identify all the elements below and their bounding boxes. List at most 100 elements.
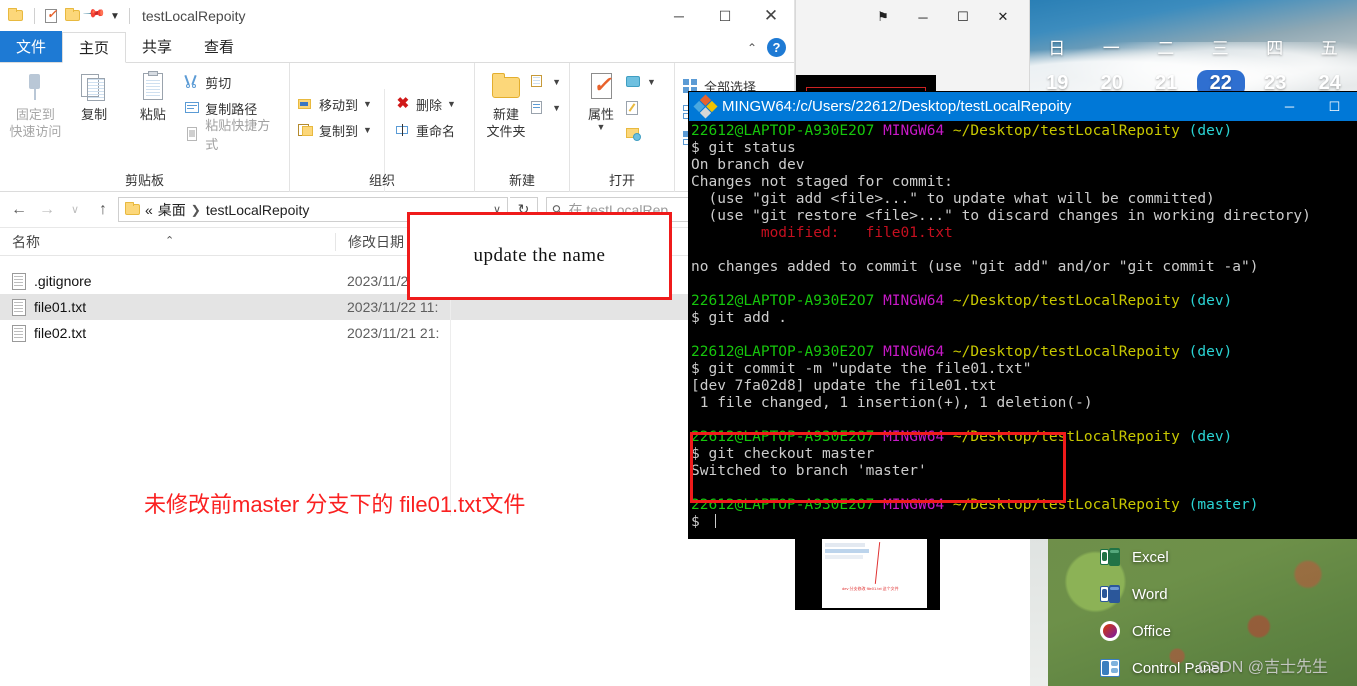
- terminal-title-bar[interactable]: MINGW64:/c/Users/22612/Desktop/testLocal…: [689, 92, 1357, 121]
- file-date: 2023/11/22 11:: [347, 299, 439, 315]
- help-icon[interactable]: ?: [767, 38, 786, 57]
- tab-share[interactable]: 共享: [126, 31, 189, 62]
- mingw64-terminal-window[interactable]: MINGW64:/c/Users/22612/Desktop/testLocal…: [689, 92, 1357, 538]
- terminal-line: 1 file changed, 1 insertion(+), 1 deleti…: [691, 395, 1093, 411]
- ribbon-tab-bar[interactable]: 文件 主页 共享 查看 ⌃ ?: [0, 31, 794, 63]
- terminal-line: Switched to branch 'master': [691, 463, 927, 479]
- breadcrumb-current[interactable]: testLocalRepoity: [206, 202, 310, 218]
- start-item-word[interactable]: Word: [1100, 584, 1168, 604]
- properties-icon: ✓: [591, 72, 612, 99]
- table-row[interactable]: .gitignore 2023/11/21 21:: [0, 268, 794, 294]
- minimize-button[interactable]: ─: [1267, 92, 1312, 121]
- chevron-down-icon[interactable]: ▼: [107, 6, 121, 26]
- file-list[interactable]: .gitignore 2023/11/21 21: file01.txt 202…: [0, 268, 794, 346]
- scissors-icon: [184, 74, 200, 90]
- file-name: .gitignore: [34, 273, 92, 289]
- pin-button[interactable]: ⚑: [863, 4, 903, 30]
- tab-file[interactable]: 文件: [0, 31, 63, 62]
- terminal-output[interactable]: 22612@LAPTOP-A930E2O7 MINGW64 ~/Desktop/…: [689, 121, 1357, 538]
- properties-icon[interactable]: [41, 6, 61, 26]
- new-folder-icon[interactable]: [63, 6, 83, 26]
- paste-label: 粘贴: [139, 107, 166, 122]
- delete-icon: ✖: [396, 95, 410, 112]
- file-explorer-window[interactable]: 📌 ▼ testLocalRepoity ─ ☐ ✕ 文件 主页 共享 查看 ⌃…: [0, 0, 795, 517]
- table-row[interactable]: file01.txt 2023/11/22 11:: [0, 294, 794, 320]
- chevron-down-icon[interactable]: ▼: [447, 99, 456, 109]
- file-date: 2023/11/21 21:: [347, 325, 440, 341]
- close-button[interactable]: ✕: [748, 0, 794, 32]
- ribbon-group-label-open: 打开: [608, 173, 635, 188]
- ribbon-group-new: 新建 文件夹 ▼ ▼ 新建: [475, 63, 570, 192]
- terminal-line: On branch dev: [691, 157, 805, 173]
- rename-button[interactable]: 重命名: [395, 119, 456, 141]
- address-bar[interactable]: ← → ∨ ↑ « 桌面 ❯ testLocalRepoity ∨ ↻ ⚲ 在 …: [0, 192, 794, 228]
- start-item-excel[interactable]: Excel: [1100, 547, 1169, 567]
- terminal-line: $ git status: [691, 140, 796, 156]
- open-with-button[interactable]: ▼: [626, 71, 656, 93]
- breadcrumb-desktop[interactable]: 桌面: [158, 200, 186, 220]
- chevron-down-icon[interactable]: ▼: [552, 103, 561, 113]
- copy-to-button[interactable]: 复制到 ▼: [298, 119, 372, 141]
- ribbon-group-clipboard: 固定到 快速访问 复制 粘贴 剪切 复制路径 粘贴快捷方式 剪贴板: [0, 63, 290, 192]
- chevron-down-icon[interactable]: ▼: [363, 99, 372, 109]
- sort-ascending-icon: ⌃: [165, 234, 175, 247]
- word-icon: [1100, 584, 1120, 604]
- maximize-button[interactable]: ☐: [702, 0, 748, 32]
- edit-icon: [626, 100, 642, 116]
- chevron-down-icon[interactable]: ▼: [363, 125, 372, 135]
- history-icon: [626, 126, 642, 142]
- ribbon[interactable]: 固定到 快速访问 复制 粘贴 剪切 复制路径 粘贴快捷方式 剪贴板 移动到 ▼ …: [0, 63, 794, 192]
- maximize-button[interactable]: ☐: [1312, 92, 1357, 121]
- close-button[interactable]: ✕: [983, 4, 1023, 30]
- terminal-prompt-line: 22612@LAPTOP-A930E2O7 MINGW64 ~/Desktop/…: [691, 497, 1259, 513]
- calendar-flyout[interactable]: 日 一 二 三 四 五 19 20 21 22 23 24: [1030, 0, 1357, 97]
- ribbon-group-label-new: 新建: [508, 173, 535, 188]
- terminal-line: $ git commit -m "update the file01.txt": [691, 361, 1032, 377]
- new-item-button[interactable]: ▼: [531, 71, 561, 93]
- tab-home[interactable]: 主页: [62, 32, 127, 63]
- copy-to-label: 复制到: [319, 123, 359, 139]
- history-button[interactable]: [626, 123, 656, 145]
- new-folder-label-line1: 新建: [493, 107, 520, 122]
- open-with-icon: [626, 74, 642, 90]
- calendar-weekday: 五: [1320, 39, 1339, 58]
- cut-button[interactable]: 剪切: [184, 71, 281, 93]
- chevron-down-icon[interactable]: ▼: [647, 77, 656, 87]
- folder-icon: [125, 201, 140, 216]
- forward-button[interactable]: →: [34, 197, 60, 223]
- breadcrumb-chevron: «: [145, 201, 153, 218]
- excel-icon: [1100, 547, 1120, 567]
- explorer-title-bar[interactable]: 📌 ▼ testLocalRepoity ─ ☐ ✕: [0, 0, 794, 32]
- column-name[interactable]: 名称 ⌃: [0, 232, 335, 252]
- move-to-button[interactable]: 移动到 ▼: [298, 93, 372, 115]
- start-item-office[interactable]: Office: [1100, 621, 1171, 641]
- up-button[interactable]: ↑: [90, 197, 116, 223]
- tab-view[interactable]: 查看: [188, 31, 251, 62]
- terminal-input-line[interactable]: $: [691, 514, 1357, 531]
- paste-shortcut-button[interactable]: 粘贴快捷方式: [184, 118, 281, 152]
- minimize-button[interactable]: ─: [903, 4, 943, 30]
- easy-access-icon: [531, 100, 547, 116]
- edit-button[interactable]: [626, 97, 656, 119]
- chevron-up-icon[interactable]: ⌃: [747, 41, 757, 55]
- maximize-button[interactable]: ☐: [943, 4, 983, 30]
- chevron-down-icon[interactable]: ▼: [552, 77, 561, 87]
- pin-icon[interactable]: 📌: [83, 2, 105, 26]
- file-name-cell: .gitignore: [0, 272, 335, 290]
- table-row[interactable]: file02.txt 2023/11/21 21:: [0, 320, 794, 346]
- ribbon-group-open: ✓ 属性 ▼ ▼ 打开: [570, 63, 675, 192]
- explorer-window-buttons: ─ ☐ ✕: [656, 0, 794, 32]
- file-list-header[interactable]: 名称 ⌃ 修改日期: [0, 228, 794, 256]
- chevron-down-icon[interactable]: ▼: [597, 122, 606, 132]
- recent-locations-button[interactable]: ∨: [62, 197, 88, 223]
- delete-button[interactable]: ✖ 删除 ▼: [395, 93, 456, 115]
- terminal-line: [dev 7fa02d8] update the file01.txt: [691, 378, 997, 394]
- csdn-watermark: CSDN @吉士先生: [1198, 659, 1329, 676]
- back-button[interactable]: ←: [6, 197, 32, 223]
- thumbnail-preview[interactable]: dev 分支修改 file01.txt 这个文件: [795, 528, 940, 610]
- minimize-button[interactable]: ─: [656, 0, 702, 32]
- easy-access-button[interactable]: ▼: [531, 97, 561, 119]
